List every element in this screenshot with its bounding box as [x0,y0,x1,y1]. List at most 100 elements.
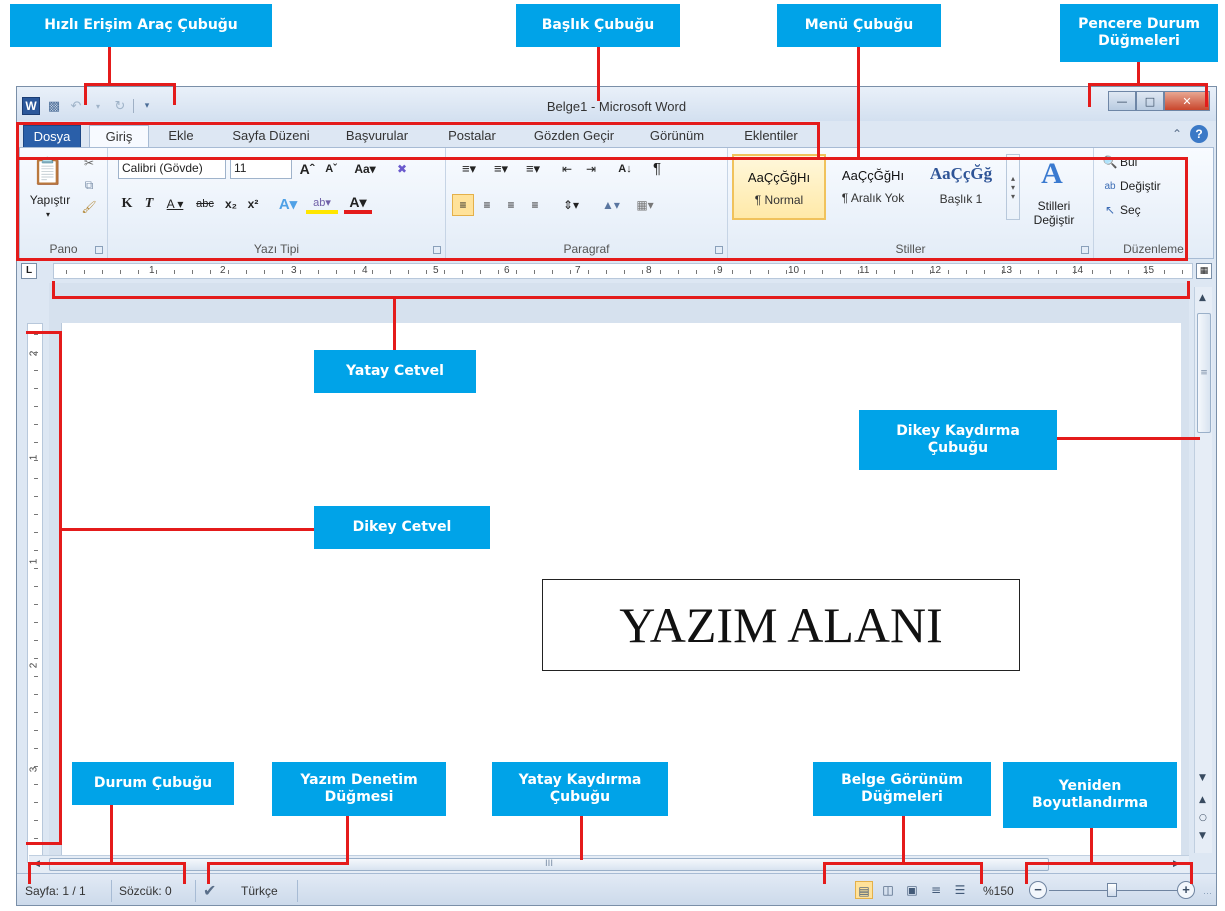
scroll-up-icon[interactable]: ▲ [1199,293,1206,303]
minimize-ribbon-icon[interactable]: ⌃ [1172,127,1182,141]
help-area: ⌃ ? [1172,125,1208,143]
next-page-icon[interactable]: ▼ [1199,831,1206,841]
ruler-tick [588,270,589,274]
leader-line [857,47,860,159]
ruler-tick [282,270,283,274]
ruler-tick [1002,270,1003,274]
language[interactable]: Türkçe [241,884,278,898]
ruler-tick [84,270,85,274]
page-count[interactable]: Sayfa: 1 / 1 [25,884,86,898]
ruler-tick [102,270,103,274]
ruler-tick [408,270,409,274]
horizontal-ruler[interactable]: 1 2 3 4 5 6 7 8 9 10 11 12 13 14 15 [53,263,1193,279]
ruler-tick [192,270,193,274]
callout-view-buttons: Belge Görünüm Düğmeleri [813,762,991,816]
leader-line [902,816,905,864]
ruler-number: 10 [788,265,800,276]
highlight-h-ruler [52,281,1190,299]
previous-page-icon[interactable]: ▲ [1199,795,1206,805]
highlight-quick-access [84,83,176,105]
status-separator [195,880,196,902]
ruler-tick [1020,270,1021,274]
ruler-tick [894,270,895,274]
ruler-tick [930,270,931,274]
leader-line [110,805,113,864]
ruler-tick [1128,270,1129,274]
ruler-tick [768,270,769,274]
ruler-tick [1056,270,1057,274]
ruler-tick [552,270,553,274]
ruler-tick [480,270,481,274]
ruler-number: 6 [504,265,510,276]
ruler-tick [318,270,319,274]
browse-object-icon[interactable]: ○ [1199,813,1207,823]
ruler-tick [66,270,67,274]
ruler-tick [804,270,805,274]
ruler-number: 1 [149,265,155,276]
horizontal-scrollbar[interactable]: ◀ III ▶ [29,855,1189,873]
word-count[interactable]: Sözcük: 0 [119,884,172,898]
spell-check-icon[interactable]: ✔ [203,881,216,901]
resize-grip-icon[interactable]: ⋯ [1203,888,1212,899]
vertical-scrollbar[interactable]: ▲ ≡ ▼ ▲ ○ ▼ [1194,287,1212,853]
leader-line [393,296,396,350]
ruler-tick [1110,270,1111,274]
ruler-tick [1038,270,1039,274]
highlight-spell-check [207,862,349,884]
help-icon[interactable]: ? [1190,125,1208,143]
leader-line [1137,62,1140,85]
ruler-tick [174,270,175,274]
leader-line [580,816,583,860]
view-ruler-icon[interactable]: ▦ [1196,263,1212,279]
title-bar: W ▩ ↶ ▾ ↻ ▾ Belge1 - Microsoft Word — □ … [17,87,1216,121]
callout-v-ruler: Dikey Cetvel [314,506,490,549]
scroll-down-icon[interactable]: ▼ [1199,773,1206,783]
zoom-level[interactable]: %150 [983,884,1014,898]
leader-line [597,47,600,101]
ruler-tick [660,270,661,274]
ruler-number: 7 [575,265,581,276]
ruler-tick [840,270,841,274]
leader-line [60,528,314,531]
zoom-slider-knob[interactable] [1107,883,1117,897]
ruler-number: 5 [433,265,439,276]
ruler-tick [858,270,859,274]
highlight-resize [1025,862,1193,884]
ruler-tick [372,270,373,274]
ruler-number: 2 [220,265,226,276]
highlight-v-ruler [26,331,62,845]
ruler-tick [516,270,517,274]
ruler-tick [696,270,697,274]
ruler-tick [336,270,337,274]
ruler-tick [714,270,715,274]
callout-resize: Yeniden Boyutlandırma [1003,762,1177,828]
callout-h-ruler: Yatay Cetvel [314,350,476,393]
ruler-number: 11 [859,265,870,276]
ruler-tick [534,270,535,274]
ruler-tick [876,270,877,274]
ruler-tick [228,270,229,274]
ruler-number: 9 [717,265,723,276]
ruler-tick [1164,270,1165,274]
ruler-number: 4 [362,265,368,276]
ruler-tick [912,270,913,274]
ruler-number: 12 [930,265,942,276]
highlight-view-buttons [823,862,983,884]
ruler-number: 15 [1143,265,1155,276]
writing-area-label: YAZIM ALANI [542,579,1020,671]
ruler-number: 3 [291,265,297,276]
vertical-scroll-thumb[interactable]: ≡ [1197,313,1211,433]
highlight-status-bar [28,862,186,884]
highlight-ribbon [16,157,1188,261]
tab-selector[interactable]: L [21,263,37,279]
ruler-tick [1074,270,1075,274]
ruler-tick [678,270,679,274]
ruler-tick [300,270,301,274]
ruler-bar: L 1 2 3 4 5 6 7 8 9 10 11 12 13 14 15 ▦ [17,259,1216,283]
callout-status-bar: Durum Çubuğu [72,762,234,805]
callout-title-bar: Başlık Çubuğu [516,4,680,47]
ruler-number: 8 [646,265,652,276]
callout-v-scroll: Dikey Kaydırma Çubuğu [859,410,1057,470]
ruler-tick [246,270,247,274]
ruler-tick [984,270,985,274]
